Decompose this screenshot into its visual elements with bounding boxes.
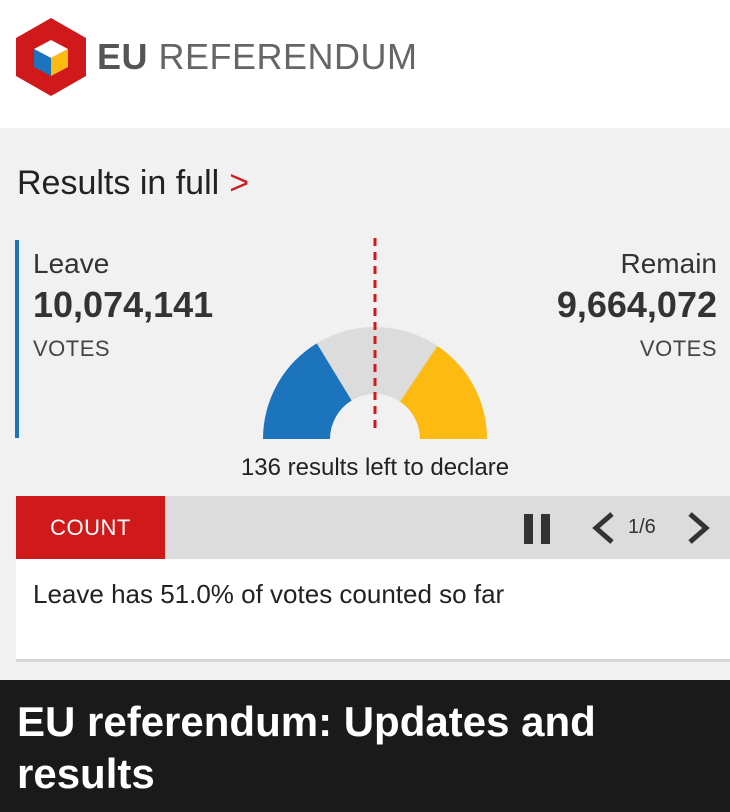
chevron-right-icon[interactable] bbox=[684, 510, 714, 546]
leave-label: Leave bbox=[33, 248, 110, 279]
pause-icon[interactable] bbox=[524, 514, 552, 544]
chevron-right-icon: > bbox=[229, 164, 250, 202]
count-summary-card: Leave has 51.0% of votes counted so far bbox=[16, 559, 730, 662]
leave-votes: 10,074,141 bbox=[33, 284, 214, 325]
brand-eu: EU bbox=[97, 36, 149, 77]
results-in-full-link[interactable]: Results in full > bbox=[17, 164, 249, 203]
results-in-full-label: Results in full bbox=[17, 164, 220, 202]
eu-referendum-logo-icon[interactable] bbox=[16, 18, 86, 96]
leave-votes-unit: VOTES bbox=[33, 336, 111, 361]
results-panel: Results in full > Leave 10,074,141 VOTES… bbox=[0, 128, 730, 680]
remain-label: Remain bbox=[620, 248, 717, 279]
headline-bar[interactable]: EU referendum: Updates and results bbox=[0, 680, 730, 812]
brand-title[interactable]: EU REFERENDUM bbox=[97, 36, 418, 78]
count-tab[interactable]: COUNT bbox=[16, 496, 165, 559]
remain-votes-unit: VOTES bbox=[639, 336, 717, 361]
site-header: EU REFERENDUM bbox=[0, 0, 730, 128]
remain-votes: 9,664,072 bbox=[556, 284, 717, 325]
page-indicator: 1/6 bbox=[628, 516, 656, 538]
article-headline[interactable]: EU referendum: Updates and results bbox=[17, 696, 717, 800]
results-left-to-declare: 136 results left to declare bbox=[240, 454, 510, 481]
count-bar: COUNT 1/6 bbox=[16, 496, 730, 559]
brand-referendum: REFERENDUM bbox=[158, 36, 418, 77]
results-gauge bbox=[263, 238, 487, 439]
leave-indicator-bar bbox=[15, 240, 19, 438]
chevron-left-icon[interactable] bbox=[588, 510, 618, 546]
count-summary-text: Leave has 51.0% of votes counted so far bbox=[33, 579, 505, 609]
